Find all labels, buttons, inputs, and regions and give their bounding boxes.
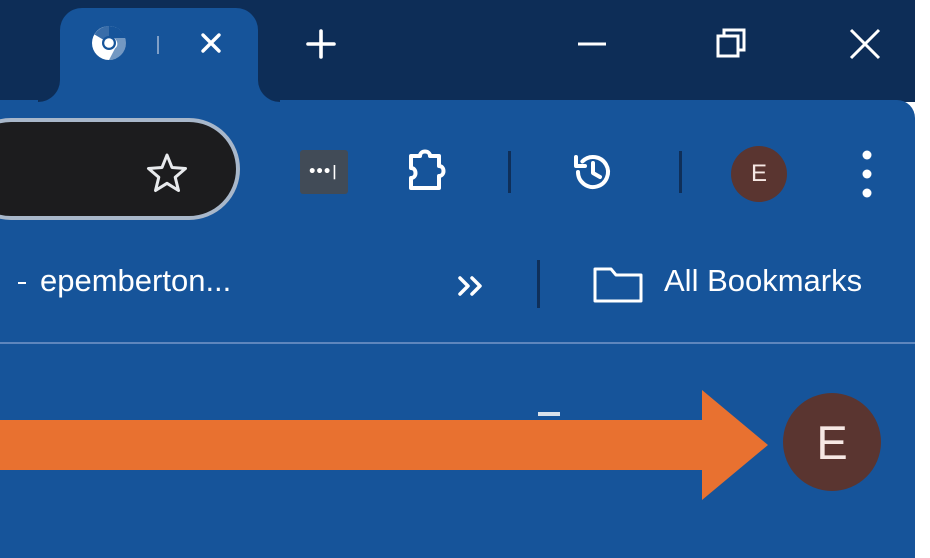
browser-screenshot: •••| E epemberton... All Bookmarks E	[0, 0, 930, 558]
toolbar-divider	[508, 151, 511, 193]
bookmarks-overflow-icon[interactable]	[452, 270, 490, 302]
tab-right-curve	[258, 80, 280, 102]
tab-left-curve	[38, 80, 60, 102]
restore-icon[interactable]	[710, 22, 754, 66]
right-margin	[915, 0, 930, 558]
puzzle-icon[interactable]	[405, 148, 455, 196]
new-tab-button[interactable]	[305, 28, 337, 60]
profile-avatar-initial: E	[750, 160, 767, 187]
profile-avatar-large-initial: E	[816, 415, 848, 469]
bookmarks-bar-divider	[537, 260, 540, 308]
bookmark-separator-dash	[18, 282, 26, 284]
tab-left-shadow	[0, 8, 22, 102]
chrome-icon	[92, 25, 127, 61]
profile-avatar-button[interactable]: E	[731, 146, 787, 202]
tab-divider	[157, 36, 159, 54]
address-bar[interactable]	[0, 118, 240, 220]
history-icon[interactable]	[568, 148, 616, 196]
password-extension-label: •••|	[308, 164, 339, 180]
bookmark-item[interactable]: epemberton...	[40, 263, 231, 299]
close-icon[interactable]	[843, 22, 887, 66]
toolbar-divider	[679, 151, 682, 193]
tab-close-icon[interactable]	[196, 28, 226, 58]
more-vert-icon[interactable]	[852, 146, 882, 202]
all-bookmarks-button[interactable]: All Bookmarks	[664, 263, 862, 299]
minimize-icon[interactable]	[570, 22, 614, 66]
folder-icon	[593, 267, 643, 303]
annotation-arrow	[0, 390, 768, 500]
bookmarks-bar-bottom-border	[0, 342, 915, 344]
password-extension-button[interactable]: •••|	[300, 150, 348, 194]
profile-avatar-large[interactable]: E	[783, 393, 881, 491]
star-icon[interactable]	[146, 152, 188, 194]
